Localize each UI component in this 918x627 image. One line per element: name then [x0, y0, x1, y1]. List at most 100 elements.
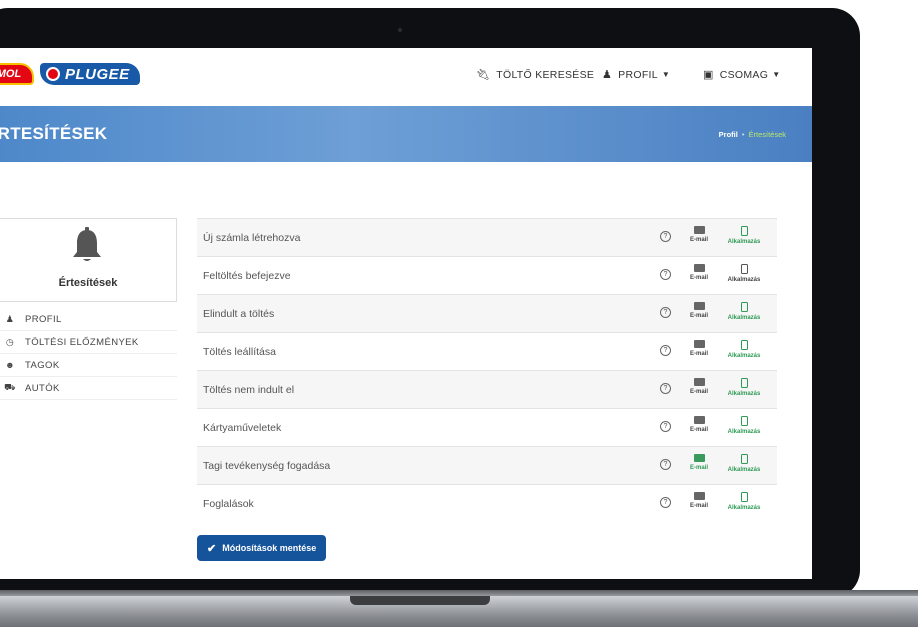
- envelope-icon: [693, 416, 705, 424]
- save-changes-button[interactable]: ✔ Módosítások mentése: [197, 535, 327, 561]
- email-label: E-mail: [689, 313, 708, 319]
- sidebar-item-members[interactable]: ☻ TAGOK: [0, 354, 177, 377]
- nav-charger-search-label: TÖLTŐ KERESÉSE: [496, 68, 595, 81]
- top-navbar: MOL PLUGEE 🔌︎ TÖLTŐ KERESÉSE ♟ PROFIL ▼ …: [0, 48, 812, 106]
- app-label: Alkalmazás: [727, 467, 761, 473]
- users-icon: ☻: [5, 360, 15, 370]
- breadcrumb: Profil • Értesítések: [719, 130, 786, 139]
- email-label: E-mail: [689, 503, 708, 509]
- smartphone-icon: [740, 340, 748, 350]
- email-toggle[interactable]: E-mail: [685, 340, 713, 357]
- clock-icon: ◷: [5, 336, 15, 347]
- email-toggle[interactable]: E-mail: [685, 454, 713, 471]
- app-label: Alkalmazás: [727, 353, 761, 359]
- app-toggle[interactable]: Alkalmazás: [719, 264, 769, 283]
- notification-label: Töltés leállítása: [203, 346, 276, 358]
- sidebar-item-label: TÖLTÉSI ELŐZMÉNYEK: [25, 336, 139, 348]
- app-toggle[interactable]: Alkalmazás: [719, 378, 769, 397]
- notification-label: Tagi tevékenység fogadása: [203, 460, 331, 472]
- screen: MOL PLUGEE 🔌︎ TÖLTŐ KERESÉSE ♟ PROFIL ▼ …: [0, 48, 812, 579]
- email-toggle[interactable]: E-mail: [685, 378, 713, 395]
- notification-row: Foglalások? E-mail Alkalmazás: [197, 484, 777, 522]
- notification-row: Elindult a töltés? E-mail Alkalmazás: [197, 294, 777, 332]
- nav-charger-search[interactable]: 🔌︎ TÖLTŐ KERESÉSE: [476, 68, 595, 82]
- nav-package[interactable]: ▣ CSOMAG ▼: [703, 68, 781, 82]
- smartphone-icon: [740, 264, 748, 274]
- sidebar-item-charging-history[interactable]: ◷ TÖLTÉSI ELŐZMÉNYEK: [0, 331, 177, 354]
- envelope-icon: [693, 226, 705, 234]
- notification-row: Töltés nem indult el? E-mail Alkalmazás: [197, 370, 777, 408]
- help-icon[interactable]: ?: [660, 497, 671, 508]
- email-toggle[interactable]: E-mail: [685, 302, 713, 319]
- sidebar-item-label: PROFIL: [25, 313, 62, 325]
- mol-logo: MOL: [0, 63, 34, 85]
- app-toggle[interactable]: Alkalmazás: [719, 226, 769, 245]
- sidebar-item-label: TAGOK: [25, 359, 60, 371]
- breadcrumb-current: Értesítések: [748, 130, 786, 139]
- email-label: E-mail: [689, 237, 708, 243]
- app-label: Alkalmazás: [727, 429, 761, 435]
- notification-label: Új számla létrehozva: [203, 232, 301, 244]
- help-icon[interactable]: ?: [660, 345, 671, 356]
- brand-logo[interactable]: MOL PLUGEE: [0, 62, 140, 86]
- app-toggle[interactable]: Alkalmazás: [719, 302, 769, 321]
- email-toggle[interactable]: E-mail: [685, 416, 713, 433]
- nav-package-label: CSOMAG: [719, 68, 769, 81]
- user-icon: ♟: [602, 69, 613, 81]
- email-label: E-mail: [689, 465, 708, 471]
- email-toggle[interactable]: E-mail: [685, 264, 713, 281]
- app-toggle[interactable]: Alkalmazás: [719, 492, 769, 511]
- help-icon[interactable]: ?: [660, 383, 671, 394]
- notification-label: Elindult a töltés: [203, 308, 275, 320]
- laptop-mockup: MOL PLUGEE 🔌︎ TÖLTŐ KERESÉSE ♟ PROFIL ▼ …: [0, 0, 918, 627]
- notification-row: Tagi tevékenység fogadása? E-mail Alkalmaz…: [197, 446, 777, 484]
- email-toggle[interactable]: E-mail: [685, 492, 713, 509]
- email-label: E-mail: [689, 427, 708, 433]
- briefcase-icon: ▣: [703, 69, 714, 81]
- notifications-card: Értesítések: [0, 218, 177, 302]
- help-icon[interactable]: ?: [660, 421, 671, 432]
- breadcrumb-separator: •: [741, 130, 745, 139]
- app-label: Alkalmazás: [727, 315, 761, 321]
- nav-profile[interactable]: ♟ PROFIL ▼: [602, 68, 670, 82]
- app-label: Alkalmazás: [727, 391, 761, 397]
- smartphone-icon: [740, 378, 748, 388]
- help-icon[interactable]: ?: [660, 307, 671, 318]
- bell-icon: [73, 227, 101, 261]
- envelope-icon: [693, 264, 705, 272]
- help-icon[interactable]: ?: [660, 459, 671, 470]
- app-toggle[interactable]: Alkalmazás: [719, 454, 769, 473]
- notification-label: Kártyaműveletek: [203, 422, 282, 434]
- help-icon[interactable]: ?: [660, 231, 671, 242]
- notification-settings-table: Új számla létrehozva? E-mail Alkalmazás Fel…: [197, 218, 777, 522]
- sidebar-item-label: AUTÓK: [25, 382, 60, 394]
- notification-label: Feltöltés befejezve: [203, 270, 291, 282]
- plugee-logo-text: PLUGEE: [65, 65, 130, 83]
- help-icon[interactable]: ?: [660, 269, 671, 280]
- email-label: E-mail: [689, 389, 708, 395]
- laptop-bezel: MOL PLUGEE 🔌︎ TÖLTŐ KERESÉSE ♟ PROFIL ▼ …: [0, 8, 860, 598]
- page-banner: ÉRTESÍTÉSEK Profil•Értesítések: [0, 106, 812, 162]
- chevron-down-icon: ▼: [772, 70, 781, 79]
- app-toggle[interactable]: Alkalmazás: [719, 416, 769, 435]
- email-toggle[interactable]: E-mail: [685, 226, 713, 243]
- app-toggle[interactable]: Alkalmazás: [719, 340, 769, 359]
- notification-row: Kártyaműveletek? E-mail Alkalmazás: [197, 408, 777, 446]
- user-icon: ♟: [5, 313, 15, 324]
- sidebar-item-profile[interactable]: ♟ PROFIL: [0, 308, 177, 331]
- plug-icon: 🔌︎: [476, 69, 491, 81]
- envelope-icon: [693, 302, 705, 310]
- app-label: Alkalmazás: [727, 505, 761, 511]
- check-icon: ✔: [207, 542, 217, 555]
- notification-label: Foglalások: [203, 498, 254, 510]
- smartphone-icon: [740, 454, 748, 464]
- breadcrumb-profile-link[interactable]: Profil: [719, 130, 738, 139]
- smartphone-icon: [740, 302, 748, 312]
- nav-profile-label: PROFIL: [618, 68, 658, 81]
- notification-label: Töltés nem indult el: [203, 384, 295, 396]
- envelope-icon: [693, 454, 705, 462]
- email-label: E-mail: [689, 275, 708, 281]
- page-title: ÉRTESÍTÉSEK: [0, 124, 108, 143]
- plugee-logo: PLUGEE: [40, 63, 140, 85]
- sidebar-item-cars[interactable]: ⛟ AUTÓK: [0, 377, 177, 400]
